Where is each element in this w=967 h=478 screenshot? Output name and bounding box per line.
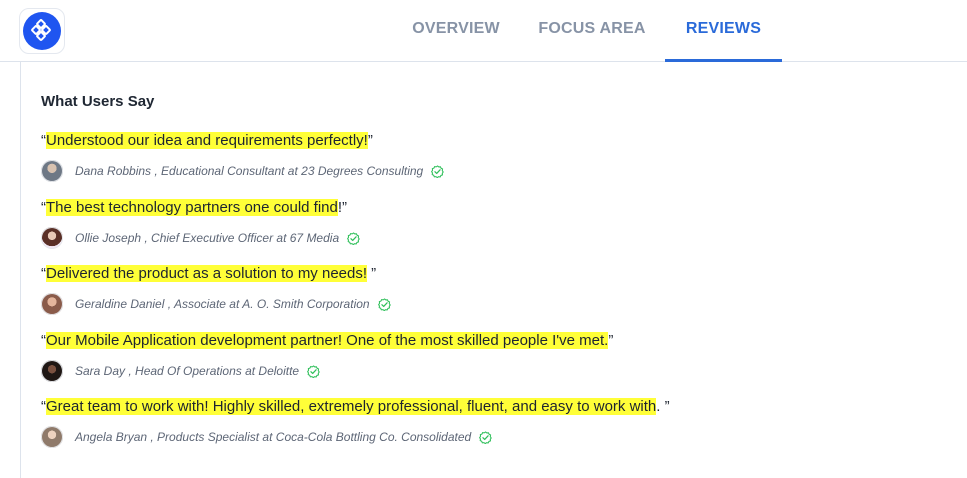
avatar	[41, 160, 63, 182]
quote-close-mark: . ”	[656, 398, 670, 415]
review-quote: “Understood our idea and requirements pe…	[41, 131, 941, 151]
avatar	[41, 293, 63, 315]
quote-text: Our Mobile Application development partn…	[46, 332, 609, 349]
quote-close-mark: ”	[367, 265, 377, 282]
avatar	[41, 426, 63, 448]
review-author: Ollie Joseph , Chief Executive Officer a…	[41, 227, 941, 249]
quote-close-mark: ”	[367, 132, 373, 149]
review-quote: “Our Mobile Application development part…	[41, 331, 941, 351]
review-item: “Great team to work with! Highly skilled…	[41, 397, 941, 448]
quote-text: Great team to work with! Highly skilled,…	[46, 398, 657, 415]
tab-reviews[interactable]: REVIEWS	[665, 0, 782, 62]
review-quote: “Great team to work with! Highly skilled…	[41, 397, 941, 417]
review-author: Dana Robbins , Educational Consultant at…	[41, 160, 941, 182]
author-name-title: Angela Bryan , Products Specialist at Co…	[75, 430, 472, 444]
author-name-title: Ollie Joseph , Chief Executive Officer a…	[75, 231, 340, 245]
author-name-title: Dana Robbins , Educational Consultant at…	[75, 164, 424, 178]
quote-text: The best technology partners one could f…	[46, 199, 338, 216]
review-quote: “Delivered the product as a solution to …	[41, 264, 941, 284]
author-name-title: Sara Day , Head Of Operations at Deloitt…	[75, 364, 300, 378]
quote-close-mark: ”	[608, 332, 614, 349]
review-item: “The best technology partners one could …	[41, 198, 941, 249]
verified-check-icon	[377, 297, 391, 311]
author-name-title: Geraldine Daniel , Associate at A. O. Sm…	[75, 297, 370, 311]
quote-close-mark: !”	[337, 199, 348, 216]
section-title: What Users Say	[41, 93, 155, 110]
reviews-panel: What Users Say “Understood our idea and …	[20, 62, 967, 478]
tab-focus-area[interactable]: FOCUS AREA	[530, 0, 654, 62]
quote-text: Delivered the product as a solution to m…	[46, 265, 368, 282]
verified-check-icon	[347, 231, 360, 245]
verified-check-icon	[431, 164, 445, 178]
avatar	[41, 227, 63, 249]
review-author: Angela Bryan , Products Specialist at Co…	[41, 426, 941, 448]
verified-check-icon	[307, 364, 320, 378]
review-item: “Understood our idea and requirements pe…	[41, 131, 941, 182]
top-navigation-bar: OVERVIEW FOCUS AREA REVIEWS	[0, 0, 967, 62]
section-tabs: OVERVIEW FOCUS AREA REVIEWS	[0, 0, 967, 62]
review-item: “Our Mobile Application development part…	[41, 331, 941, 382]
quote-text: Understood our idea and requirements per…	[46, 132, 368, 149]
review-quote: “The best technology partners one could …	[41, 198, 941, 218]
tab-overview[interactable]: OVERVIEW	[400, 0, 512, 62]
review-author: Sara Day , Head Of Operations at Deloitt…	[41, 360, 941, 382]
verified-check-icon	[479, 430, 493, 444]
review-author: Geraldine Daniel , Associate at A. O. Sm…	[41, 293, 941, 315]
avatar	[41, 360, 63, 382]
review-item: “Delivered the product as a solution to …	[41, 264, 941, 315]
